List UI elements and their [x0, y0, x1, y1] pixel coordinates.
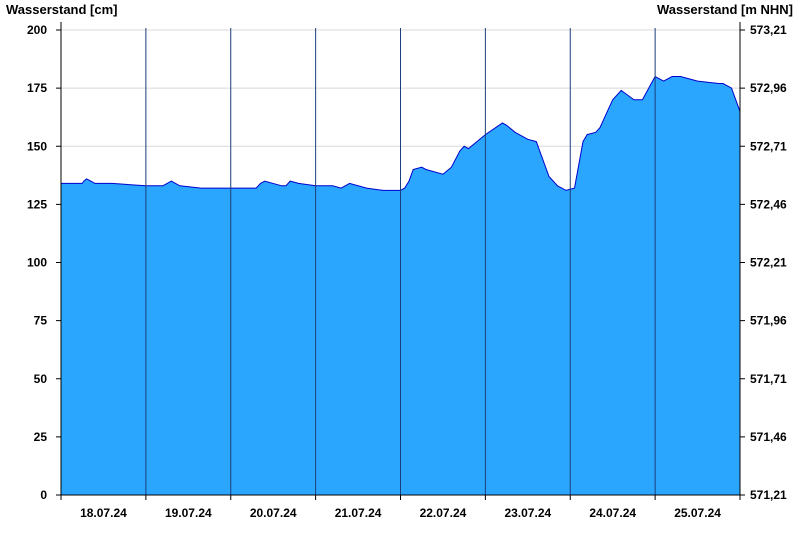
right-y-tick-label: 571,96 — [750, 314, 787, 328]
left-y-tick-label: 100 — [27, 256, 47, 270]
right-y-tick-label: 572,71 — [750, 139, 787, 153]
right-y-tick-label: 571,71 — [750, 372, 787, 386]
right-y-tick-label: 573,21 — [750, 23, 787, 37]
x-tick-label: 22.07.24 — [420, 506, 467, 520]
x-tick-label: 19.07.24 — [165, 506, 212, 520]
right-y-tick-labels: 571,21 571,46 571,71 571,96 572,21 572,46 572,… — [750, 23, 787, 502]
left-y-tick-label: 75 — [34, 314, 48, 328]
x-tick-label: 23.07.24 — [504, 506, 551, 520]
x-tick-labels: 18.07.24 19.07.24 20.07.24 21.07.24 22.07.24… — [80, 506, 721, 520]
left-axis-title: Wasserstand [cm] — [6, 2, 118, 17]
left-y-tick-label: 200 — [27, 23, 47, 37]
left-y-tick-label: 175 — [27, 81, 47, 95]
right-y-tick-label: 572,21 — [750, 256, 787, 270]
right-axis-title: Wasserstand [m NHN] — [657, 2, 793, 17]
left-y-tick-label: 150 — [27, 139, 47, 153]
x-tick-label: 20.07.24 — [250, 506, 297, 520]
left-y-tick-labels: 0 25 50 75 100 125 150 175 200 — [27, 23, 47, 502]
right-y-tick-label: 571,46 — [750, 430, 787, 444]
x-tick-label: 21.07.24 — [335, 506, 382, 520]
x-tick-label: 24.07.24 — [589, 506, 636, 520]
left-y-tick-label: 125 — [27, 197, 47, 211]
x-tick-label: 18.07.24 — [80, 506, 127, 520]
left-y-tick-label: 50 — [34, 372, 48, 386]
right-y-tick-label: 571,21 — [750, 488, 787, 502]
left-y-tick-label: 25 — [34, 430, 48, 444]
water-level-chart: Wasserstand [cm] Wasserstand [m NHN] 0 25… — [6, 2, 793, 520]
right-y-tick-label: 572,46 — [750, 197, 787, 211]
x-tick-label: 25.07.24 — [674, 506, 721, 520]
left-y-tick-label: 0 — [40, 488, 47, 502]
right-y-tick-label: 572,96 — [750, 81, 787, 95]
